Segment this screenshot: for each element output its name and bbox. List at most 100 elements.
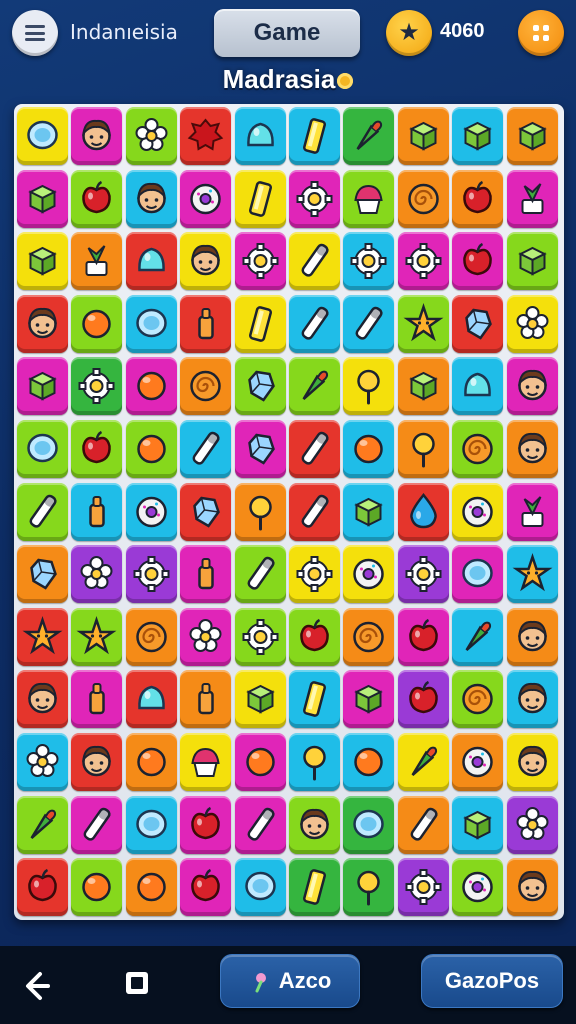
tile-donut[interactable] [343, 545, 395, 604]
tile-star[interactable] [17, 607, 68, 666]
tile-carrot[interactable] [397, 733, 449, 791]
tile-box[interactable] [234, 670, 286, 729]
tile-wand[interactable] [289, 294, 340, 353]
tile-face[interactable] [506, 858, 558, 917]
tile-carrot[interactable] [17, 795, 68, 854]
tile-carrot[interactable] [452, 607, 504, 666]
tile-ball[interactable] [343, 420, 395, 478]
tile-splash[interactable] [180, 107, 232, 165]
tile-wand[interactable] [234, 545, 286, 604]
tile-blob[interactable] [125, 670, 177, 729]
tile-disc[interactable] [234, 858, 286, 917]
tile-gear[interactable] [289, 545, 340, 604]
tile-swirl[interactable] [180, 357, 232, 416]
tile-cake[interactable] [343, 169, 395, 228]
tile-ball[interactable] [125, 858, 177, 917]
azco-button[interactable]: Azco [220, 954, 360, 1008]
tile-ball[interactable] [71, 294, 123, 353]
back-arrow-icon[interactable] [18, 966, 58, 1006]
tile-apple[interactable] [452, 169, 504, 228]
tile-box[interactable] [343, 670, 395, 729]
tile-leaf[interactable] [506, 169, 558, 228]
tile-flower[interactable] [506, 294, 558, 353]
tile-donut[interactable] [180, 169, 232, 228]
apps-button[interactable] [518, 10, 564, 56]
tile-face[interactable] [506, 607, 558, 666]
tile-ball[interactable] [125, 733, 177, 791]
tile-blob[interactable] [234, 107, 286, 165]
tile-flower[interactable] [506, 795, 558, 854]
tile-swirl[interactable] [397, 169, 449, 228]
tile-wand[interactable] [289, 232, 340, 291]
game-button[interactable]: Game [214, 9, 360, 57]
tile-bar[interactable] [289, 670, 340, 729]
tile-donut[interactable] [452, 733, 504, 791]
tile-gear[interactable] [125, 545, 177, 604]
tile-flower[interactable] [180, 607, 232, 666]
tile-wand[interactable] [234, 795, 286, 854]
tile-face[interactable] [71, 733, 123, 791]
tile-gear[interactable] [71, 357, 123, 416]
gazopos-button[interactable]: GazoPos [421, 954, 563, 1008]
tile-gear[interactable] [397, 858, 449, 917]
tile-face[interactable] [289, 795, 340, 854]
tile-apple[interactable] [180, 795, 232, 854]
tile-apple[interactable] [71, 420, 123, 478]
tile-lolly[interactable] [397, 420, 449, 478]
tile-box[interactable] [17, 169, 68, 228]
tile-gear[interactable] [397, 545, 449, 604]
tile-bottle[interactable] [180, 670, 232, 729]
tile-box[interactable] [506, 107, 558, 165]
tile-wand[interactable] [397, 795, 449, 854]
tile-face[interactable] [506, 670, 558, 729]
tile-ball[interactable] [125, 357, 177, 416]
tile-apple[interactable] [17, 858, 68, 917]
tile-disc[interactable] [125, 795, 177, 854]
tile-bottle[interactable] [71, 482, 123, 541]
tile-star[interactable] [397, 294, 449, 353]
tile-apple[interactable] [397, 607, 449, 666]
tile-apple[interactable] [397, 670, 449, 729]
tile-bottle[interactable] [180, 294, 232, 353]
tile-face[interactable] [17, 294, 68, 353]
tile-disc[interactable] [125, 294, 177, 353]
tile-swirl[interactable] [343, 607, 395, 666]
tile-box[interactable] [17, 357, 68, 416]
tile-bottle[interactable] [71, 670, 123, 729]
tile-apple[interactable] [452, 232, 504, 291]
tile-bottle[interactable] [180, 545, 232, 604]
tile-box[interactable] [452, 795, 504, 854]
tile-disc[interactable] [452, 545, 504, 604]
tile-ball[interactable] [71, 858, 123, 917]
tile-box[interactable] [343, 482, 395, 541]
tile-face[interactable] [506, 733, 558, 791]
tile-ball[interactable] [234, 733, 286, 791]
tile-donut[interactable] [452, 482, 504, 541]
tile-gem[interactable] [180, 482, 232, 541]
tile-bar[interactable] [289, 858, 340, 917]
star-button[interactable]: ★ [386, 10, 432, 56]
tile-apple[interactable] [71, 169, 123, 228]
tile-disc[interactable] [343, 795, 395, 854]
tile-leaf[interactable] [71, 232, 123, 291]
tile-wand[interactable] [180, 420, 232, 478]
tile-ball[interactable] [343, 733, 395, 791]
tile-wand[interactable] [289, 482, 340, 541]
tile-gem[interactable] [17, 545, 68, 604]
tile-flower[interactable] [17, 733, 68, 791]
tile-cake[interactable] [180, 733, 232, 791]
tile-gem[interactable] [234, 357, 286, 416]
tile-gem[interactable] [234, 420, 286, 478]
tile-lolly[interactable] [234, 482, 286, 541]
tile-apple[interactable] [180, 858, 232, 917]
tile-wand[interactable] [289, 420, 340, 478]
tile-swirl[interactable] [125, 607, 177, 666]
tile-gear[interactable] [397, 232, 449, 291]
tile-box[interactable] [17, 232, 68, 291]
tile-wand[interactable] [17, 482, 68, 541]
tile-swirl[interactable] [452, 420, 504, 478]
tile-gear[interactable] [289, 169, 340, 228]
tile-face[interactable] [125, 169, 177, 228]
menu-button[interactable] [12, 10, 58, 56]
tile-carrot[interactable] [343, 107, 395, 165]
